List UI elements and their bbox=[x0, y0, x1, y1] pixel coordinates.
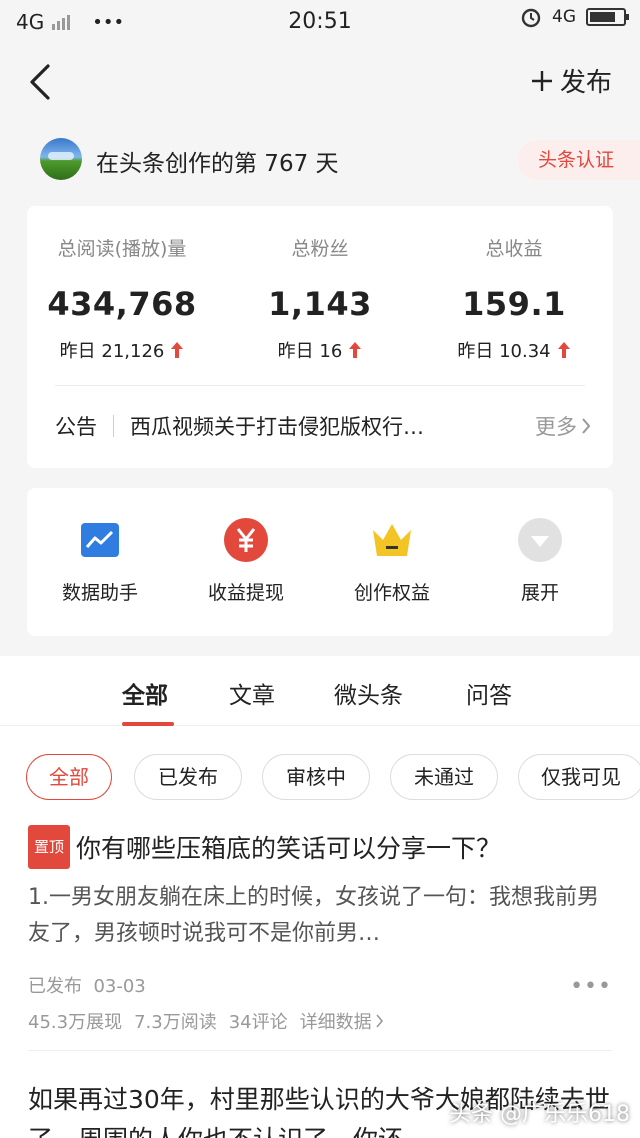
notice-bar[interactable]: 公告 西瓜视频关于打击侵犯版权行… 更多 bbox=[55, 404, 591, 448]
post-body: 1.一男女朋友躺在床上的时候，女孩说了一句：我想我前男友了，男孩顿时说我可不是你… bbox=[28, 885, 599, 946]
pinned-badge: 置顶 bbox=[28, 825, 71, 869]
stat-label: 总阅读(播放)量 bbox=[57, 238, 187, 260]
post-reads: 7.3万阅读 bbox=[134, 1012, 217, 1033]
status-bar: 4G ••• 20:51 4G bbox=[0, 0, 640, 44]
stats-card: 总阅读(播放)量 434,768 昨日 21,126 总粉丝 1,143 昨日 … bbox=[27, 206, 613, 468]
post-comments: 34评论 bbox=[228, 1012, 288, 1033]
yuan-icon bbox=[224, 518, 268, 562]
stat-yesterday-text: 昨日 10.34 bbox=[457, 341, 551, 362]
content-tabs: 全部 文章 微头条 问答 bbox=[0, 656, 640, 726]
content-area: 全部 文章 微头条 问答 全部 已发布 审核中 未通过 仅我可见 置顶 你有哪些压… bbox=[0, 656, 640, 1138]
tools-card: 数据助手 收益提现 创作权益 展开 bbox=[27, 488, 613, 636]
tool-expand[interactable]: 展开 bbox=[467, 518, 613, 605]
expand-icon bbox=[518, 518, 562, 562]
stat-yesterday: 昨日 10.34 bbox=[457, 337, 570, 363]
notice-more-label: 更多 bbox=[535, 415, 577, 439]
post-stats: 45.3万展现 7.3万阅读 34评论 详细数据 bbox=[28, 1008, 612, 1034]
stat-value: 1,143 bbox=[268, 285, 372, 323]
chevron-right-icon bbox=[582, 418, 591, 434]
tool-label: 收益提现 bbox=[207, 582, 284, 604]
stat-yesterday: 昨日 21,126 bbox=[60, 337, 185, 363]
filter-rejected[interactable]: 未通过 bbox=[390, 754, 498, 800]
notice-separator bbox=[113, 415, 114, 437]
stat-label: 总收益 bbox=[485, 238, 543, 260]
divider bbox=[55, 385, 585, 386]
alarm-icon bbox=[521, 8, 541, 28]
creation-days: 在头条创作的第 767 天 bbox=[96, 151, 339, 177]
tab-micro[interactable]: 微头条 bbox=[334, 676, 403, 710]
post-more-icon[interactable]: ••• bbox=[570, 974, 612, 999]
tab-qa[interactable]: 问答 bbox=[466, 676, 512, 710]
stat-label: 总粉丝 bbox=[291, 238, 349, 260]
post-divider bbox=[28, 1050, 612, 1051]
tool-creator-rights[interactable]: 创作权益 bbox=[319, 518, 465, 605]
filter-reviewing[interactable]: 审核中 bbox=[262, 754, 370, 800]
post-item[interactable]: 置顶 你有哪些压箱底的笑话可以分享一下？ 1.一男女朋友躺在床上的时候，女孩说了一… bbox=[28, 825, 612, 1034]
stat-yesterday: 昨日 16 bbox=[278, 337, 363, 363]
tab-all[interactable]: 全部 bbox=[122, 676, 168, 710]
post-impressions: 45.3万展现 bbox=[28, 1012, 123, 1033]
arrow-up-icon bbox=[171, 342, 184, 358]
stat-value: 159.1 bbox=[462, 285, 566, 323]
stat-value: 434,768 bbox=[47, 285, 197, 323]
watermark: 头条 @广乐乐618 bbox=[449, 1102, 630, 1127]
tool-income-withdraw[interactable]: 收益提现 bbox=[173, 518, 319, 605]
filter-chips: 全部 已发布 审核中 未通过 仅我可见 bbox=[26, 754, 640, 802]
stat-total-reads[interactable]: 总阅读(播放)量 434,768 昨日 21,126 bbox=[27, 234, 217, 363]
back-icon[interactable] bbox=[26, 62, 54, 102]
tool-label: 创作权益 bbox=[353, 582, 430, 604]
post-title: 你有哪些压箱底的笑话可以分享一下？ bbox=[76, 834, 502, 863]
stat-total-fans[interactable]: 总粉丝 1,143 昨日 16 bbox=[225, 234, 415, 363]
chevron-right-icon bbox=[376, 1014, 383, 1028]
network-right-label: 4G bbox=[552, 7, 576, 27]
tab-indicator bbox=[122, 722, 174, 726]
post-status-date: 已发布 03-03 bbox=[28, 976, 146, 997]
arrow-up-icon bbox=[349, 342, 362, 358]
notice-more[interactable]: 更多 bbox=[535, 411, 591, 441]
tab-articles[interactable]: 文章 bbox=[229, 676, 275, 710]
battery-icon bbox=[586, 8, 629, 26]
creator-row: 在头条创作的第 767 天 头条认证 bbox=[0, 138, 640, 184]
filter-published[interactable]: 已发布 bbox=[134, 754, 242, 800]
plus-icon bbox=[531, 70, 552, 91]
tool-data-assistant[interactable]: 数据助手 bbox=[27, 518, 173, 605]
post-detail-link[interactable]: 详细数据 bbox=[300, 1008, 384, 1034]
arrow-up-icon bbox=[557, 342, 570, 358]
verify-badge[interactable]: 头条认证 bbox=[518, 140, 640, 180]
notice-text[interactable]: 西瓜视频关于打击侵犯版权行… bbox=[130, 411, 523, 441]
notice-tag: 公告 bbox=[55, 415, 97, 439]
filter-all[interactable]: 全部 bbox=[26, 754, 112, 800]
tool-label: 数据助手 bbox=[61, 582, 138, 604]
stat-yesterday-text: 昨日 16 bbox=[277, 341, 343, 362]
avatar[interactable] bbox=[40, 138, 82, 180]
chart-icon bbox=[78, 518, 122, 562]
stat-yesterday-text: 昨日 21,126 bbox=[59, 341, 165, 362]
tool-label: 展开 bbox=[520, 582, 559, 604]
filter-private[interactable]: 仅我可见 bbox=[518, 754, 640, 800]
post-detail-label: 详细数据 bbox=[299, 1012, 372, 1033]
crown-icon bbox=[370, 518, 414, 562]
publish-label: 发布 bbox=[559, 68, 612, 98]
stat-total-income[interactable]: 总收益 159.1 昨日 10.34 bbox=[419, 234, 609, 363]
post-title-row[interactable]: 置顶 你有哪些压箱底的笑话可以分享一下？ bbox=[28, 825, 612, 872]
publish-button[interactable]: 发布 bbox=[530, 62, 612, 99]
nav-bar: 发布 bbox=[0, 44, 640, 120]
